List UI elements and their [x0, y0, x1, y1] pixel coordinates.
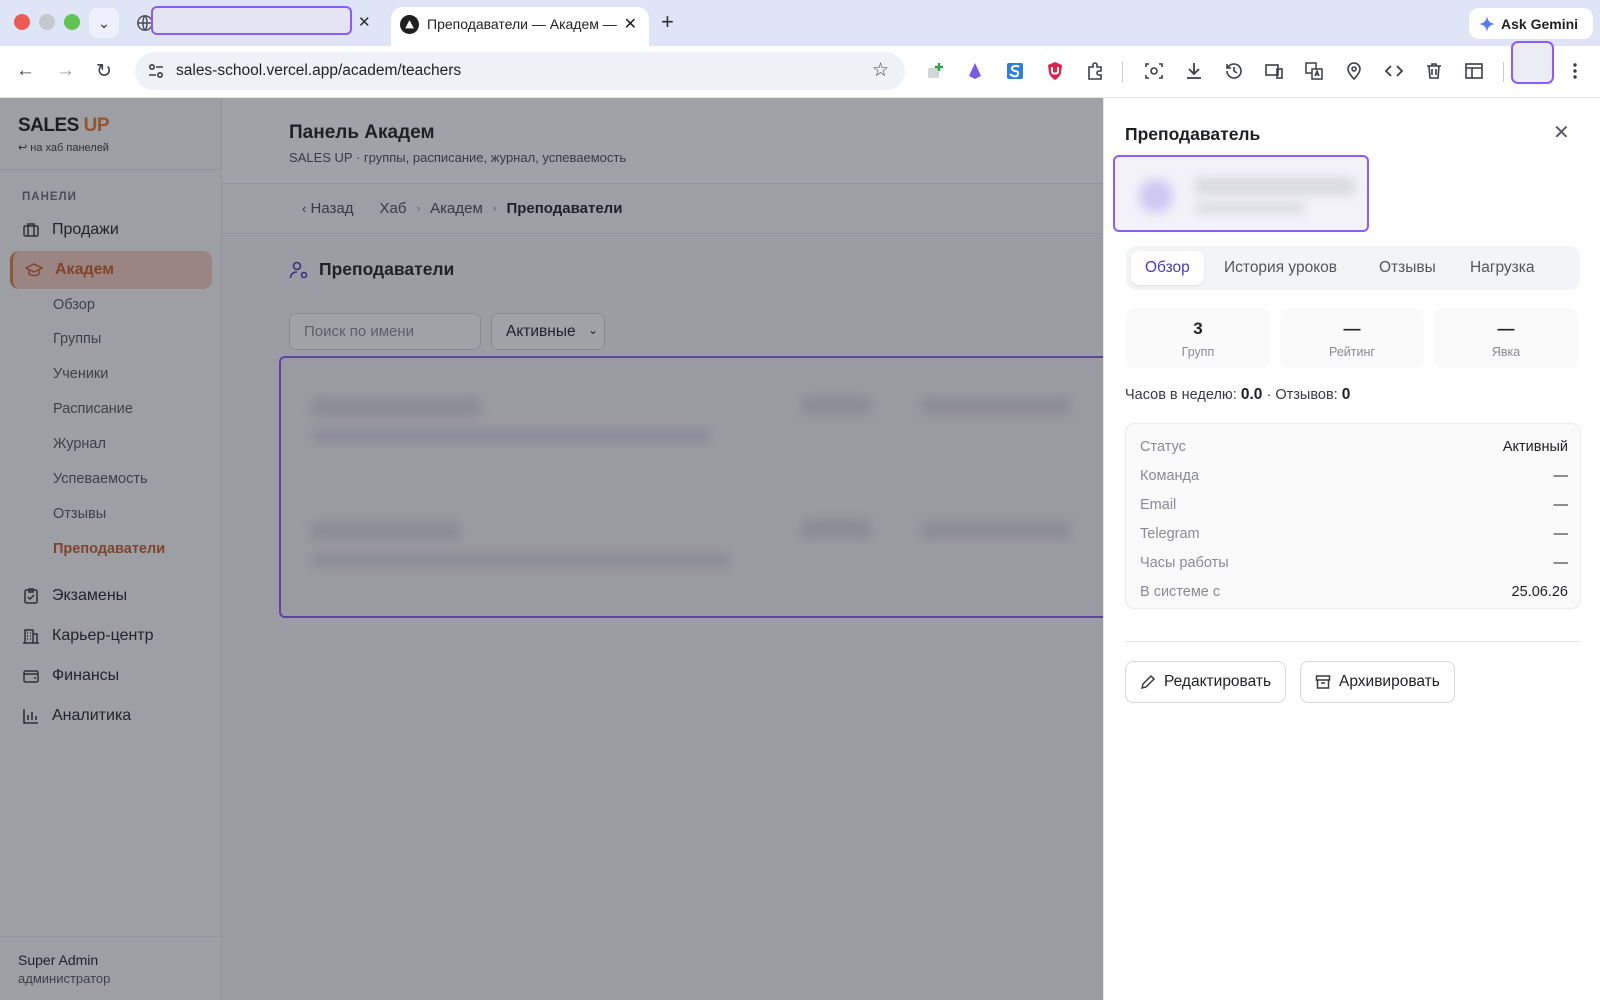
close-icon[interactable]: ✕ — [624, 14, 637, 34]
browser-tab-bar: ⌄ ✕ Преподаватели — Академ — ✕ + Ask Gem… — [0, 0, 1600, 46]
tab-workload[interactable]: Нагрузка — [1470, 251, 1535, 285]
archive-icon — [1315, 675, 1331, 689]
stat-groups: 3 Групп — [1126, 308, 1270, 368]
info-row-since: В системе с 25.06.26 — [1140, 584, 1568, 600]
edit-button[interactable]: Редактировать — [1125, 661, 1287, 703]
close-icon[interactable]: ✕ — [358, 13, 371, 31]
browser-toolbar: ← → ↻ sales-school.vercel.app/academ/tea… — [0, 46, 1600, 98]
download-icon[interactable] — [1182, 59, 1206, 83]
extension-s-icon[interactable] — [1003, 59, 1027, 83]
layout-icon[interactable] — [1462, 59, 1486, 83]
screenshot-icon[interactable] — [1142, 59, 1166, 83]
archive-button[interactable]: Архивировать — [1300, 661, 1455, 703]
drawer-tabs: Обзор История уроков Отзывы Нагрузка — [1126, 246, 1580, 290]
info-row-work-hours: Часы работы — — [1140, 555, 1568, 571]
teacher-drawer: Преподаватель ✕ Обзор История уроков Отз… — [1103, 98, 1600, 1000]
teacher-profile-redacted — [1113, 155, 1369, 232]
address-bar[interactable]: sales-school.vercel.app/academ/teachers … — [135, 52, 905, 90]
drawer-title: Преподаватель — [1125, 124, 1261, 144]
extension-shield-icon[interactable] — [1043, 59, 1067, 83]
window-close-button[interactable] — [14, 14, 30, 30]
pencil-icon — [1140, 674, 1156, 690]
tab-overview[interactable]: Обзор — [1131, 251, 1204, 285]
reload-icon[interactable]: ↻ — [96, 60, 112, 83]
tab-lesson-history[interactable]: История уроков — [1224, 251, 1337, 285]
inactive-tab-redacted[interactable] — [151, 6, 352, 35]
tab-search-button[interactable]: ⌄ — [89, 8, 119, 38]
teacher-info-list: Статус Активный Команда — Email — Telegram —… — [1125, 423, 1581, 609]
bookmark-star-icon[interactable]: ☆ — [872, 59, 889, 82]
back-arrow-icon[interactable]: ← — [16, 60, 35, 82]
ask-gemini-button[interactable]: Ask Gemini — [1469, 8, 1593, 39]
extension-crystal-icon[interactable] — [963, 59, 987, 83]
extensions-puzzle-icon[interactable] — [1083, 59, 1107, 83]
extension-plus-icon[interactable] — [923, 59, 947, 83]
trash-icon[interactable] — [1422, 59, 1446, 83]
gemini-sparkle-icon — [1479, 15, 1495, 32]
info-row-team: Команда — — [1140, 468, 1568, 484]
chevron-down-icon: ⌄ — [98, 14, 110, 31]
url-text[interactable]: sales-school.vercel.app/academ/teachers — [176, 62, 461, 80]
active-tab-title: Преподаватели — Академ — — [427, 16, 617, 32]
site-settings-icon[interactable] — [147, 62, 165, 80]
more-menu-icon[interactable] — [1563, 59, 1587, 83]
active-tab[interactable]: Преподаватели — Академ — ✕ — [391, 7, 649, 46]
window-minimize-button[interactable] — [39, 14, 55, 30]
modal-backdrop[interactable] — [0, 98, 1103, 1000]
ask-gemini-label: Ask Gemini — [1501, 15, 1579, 32]
stat-rating: — Рейтинг — [1280, 308, 1424, 368]
info-row-status: Статус Активный — [1140, 439, 1568, 455]
vercel-icon — [400, 15, 419, 34]
new-tab-button[interactable]: + — [661, 9, 674, 35]
stat-attendance: — Явка — [1434, 308, 1578, 368]
profile-avatar-redacted[interactable] — [1511, 41, 1554, 84]
info-row-email: Email — — [1140, 497, 1568, 513]
forward-arrow-icon[interactable]: → — [56, 60, 75, 82]
close-icon[interactable]: ✕ — [1553, 120, 1570, 145]
devices-icon[interactable] — [1262, 59, 1286, 83]
translate-icon[interactable] — [1302, 59, 1326, 83]
history-icon[interactable] — [1222, 59, 1246, 83]
tab-reviews[interactable]: Отзывы — [1379, 251, 1436, 285]
code-icon[interactable] — [1382, 59, 1406, 83]
teacher-summary: Часов в неделю: 0.0 · Отзывов: 0 — [1125, 386, 1351, 403]
window-maximize-button[interactable] — [64, 14, 80, 30]
info-row-telegram: Telegram — — [1140, 526, 1568, 542]
location-pin-icon[interactable] — [1342, 59, 1366, 83]
